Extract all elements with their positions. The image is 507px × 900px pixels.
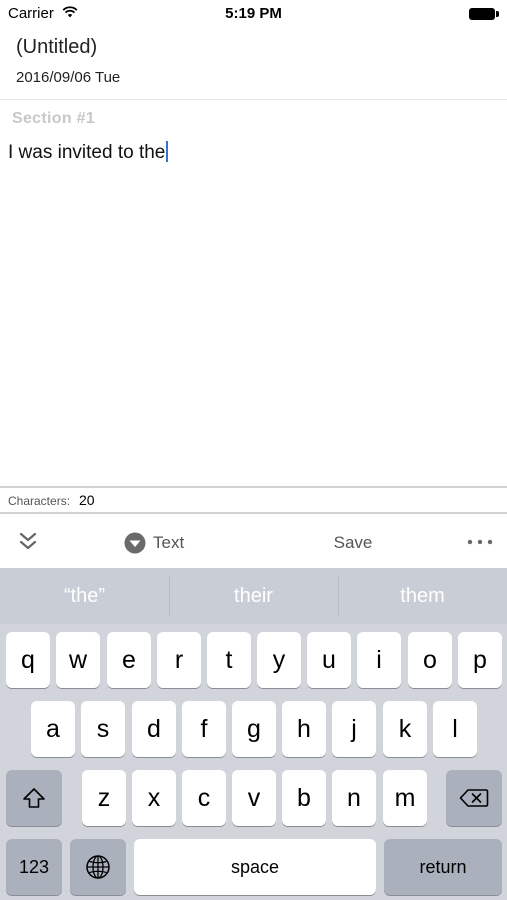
collapse-keyboard-icon[interactable] — [18, 531, 38, 553]
document-date: 2016/09/06 Tue — [16, 69, 121, 86]
character-counter: Characters: 20 — [0, 486, 507, 514]
counter-value: 20 — [79, 492, 95, 508]
text-mode-label: Text — [153, 533, 185, 552]
counter-label: Characters: — [8, 494, 71, 508]
document-title[interactable]: (Untitled) — [16, 36, 97, 59]
key-s[interactable]: s — [81, 701, 125, 757]
key-e[interactable]: e — [107, 632, 151, 688]
key-h[interactable]: h — [282, 701, 326, 757]
key-w[interactable]: w — [56, 632, 100, 688]
key-u[interactable]: u — [307, 632, 351, 688]
keyboard-toolbar: Text Save — [0, 514, 507, 568]
keyboard: “the” their them q w e r t y u i o p a s… — [0, 568, 507, 900]
header-divider — [0, 99, 507, 100]
key-c[interactable]: c — [182, 770, 226, 826]
space-key[interactable]: space — [134, 839, 376, 895]
shift-icon — [23, 788, 45, 808]
status-bar: Carrier 5:19 PM — [0, 0, 507, 28]
key-i[interactable]: i — [357, 632, 401, 688]
key-q[interactable]: q — [6, 632, 50, 688]
key-z[interactable]: z — [82, 770, 126, 826]
key-l[interactable]: l — [433, 701, 477, 757]
dropdown-circle-icon — [124, 532, 146, 554]
globe-key[interactable] — [70, 839, 126, 895]
key-d[interactable]: d — [132, 701, 176, 757]
save-button[interactable]: Save — [325, 533, 381, 553]
key-v[interactable]: v — [232, 770, 276, 826]
key-j[interactable]: j — [332, 701, 376, 757]
key-m[interactable]: m — [383, 770, 427, 826]
text-caret — [166, 141, 169, 162]
suggestion-1[interactable]: “the” — [0, 568, 169, 624]
key-a[interactable]: a — [31, 701, 75, 757]
key-n[interactable]: n — [332, 770, 376, 826]
globe-icon — [86, 855, 110, 879]
key-f[interactable]: f — [182, 701, 226, 757]
suggestion-bar: “the” their them — [0, 568, 507, 624]
backspace-icon — [459, 789, 489, 807]
key-p[interactable]: p — [458, 632, 502, 688]
more-icon[interactable] — [466, 538, 494, 546]
shift-key[interactable] — [6, 770, 62, 826]
return-key[interactable]: return — [384, 839, 502, 895]
key-g[interactable]: g — [232, 701, 276, 757]
suggestion-2[interactable]: their — [169, 568, 338, 624]
key-x[interactable]: x — [132, 770, 176, 826]
key-b[interactable]: b — [282, 770, 326, 826]
suggestion-3[interactable]: them — [338, 568, 507, 624]
editor-text: I was invited to the — [8, 142, 166, 163]
key-t[interactable]: t — [207, 632, 251, 688]
key-k[interactable]: k — [383, 701, 427, 757]
clock: 5:19 PM — [225, 5, 282, 22]
battery-icon — [469, 8, 499, 20]
section-label: Section #1 — [12, 110, 96, 127]
text-editor[interactable]: I was invited to the — [8, 141, 498, 441]
key-r[interactable]: r — [157, 632, 201, 688]
key-y[interactable]: y — [257, 632, 301, 688]
backspace-key[interactable] — [446, 770, 502, 826]
numbers-key[interactable]: 123 — [6, 839, 62, 895]
key-o[interactable]: o — [408, 632, 452, 688]
